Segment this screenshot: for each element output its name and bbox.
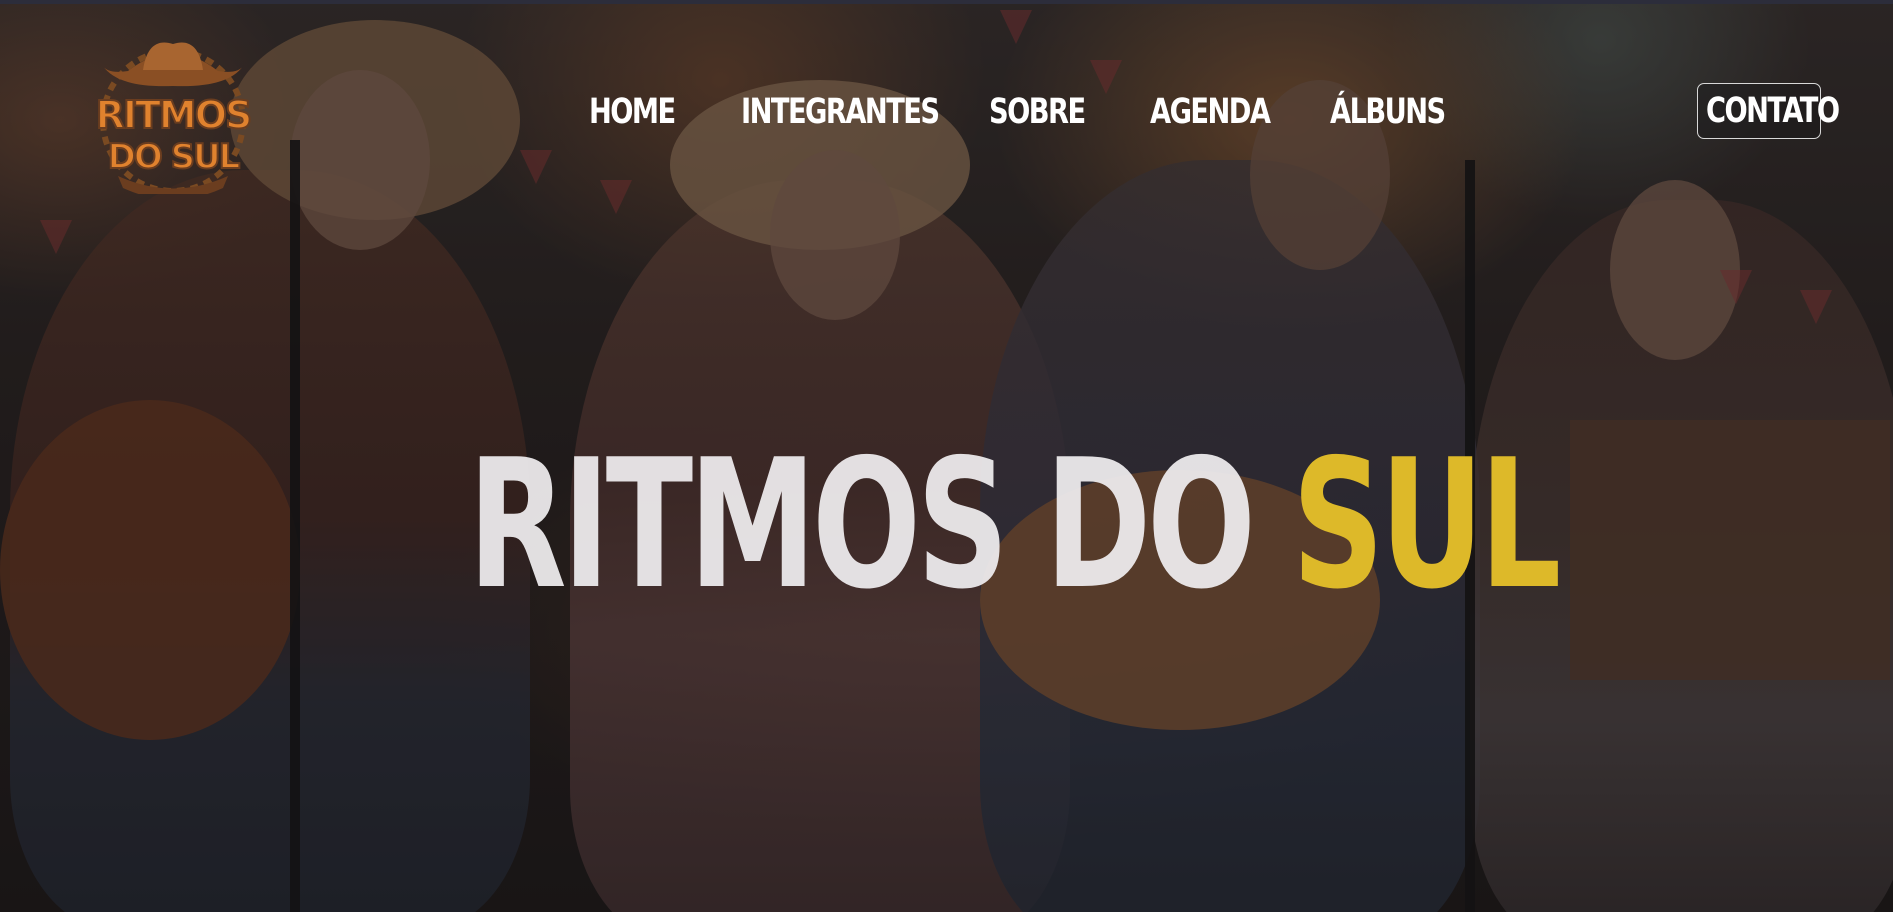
hero-title-main: RITMOS DO <box>468 421 1292 628</box>
nav-albuns[interactable]: ÁLBUNS <box>1330 84 1446 140</box>
nav-agenda[interactable]: AGENDA <box>1150 84 1271 140</box>
logo-text-line2: DO SUL <box>108 137 240 177</box>
nav-integrantes[interactable]: INTEGRANTES <box>741 84 940 140</box>
contact-button[interactable]: CONTATO <box>1697 83 1840 139</box>
nav-home[interactable]: HOME <box>589 84 676 140</box>
hero-title-accent: SUL <box>1291 421 1561 628</box>
hero-section: RITMOS DO SUL HOME INTEGRANTES SOBRE AGE… <box>0 0 1893 912</box>
contact-button-label: CONTATO <box>1706 91 1840 131</box>
hero-title: RITMOS DO SUL <box>468 430 1561 620</box>
nav-sobre[interactable]: SOBRE <box>989 84 1086 140</box>
main-nav: HOME INTEGRANTES SOBRE AGENDA ÁLBUNS <box>0 84 1893 140</box>
